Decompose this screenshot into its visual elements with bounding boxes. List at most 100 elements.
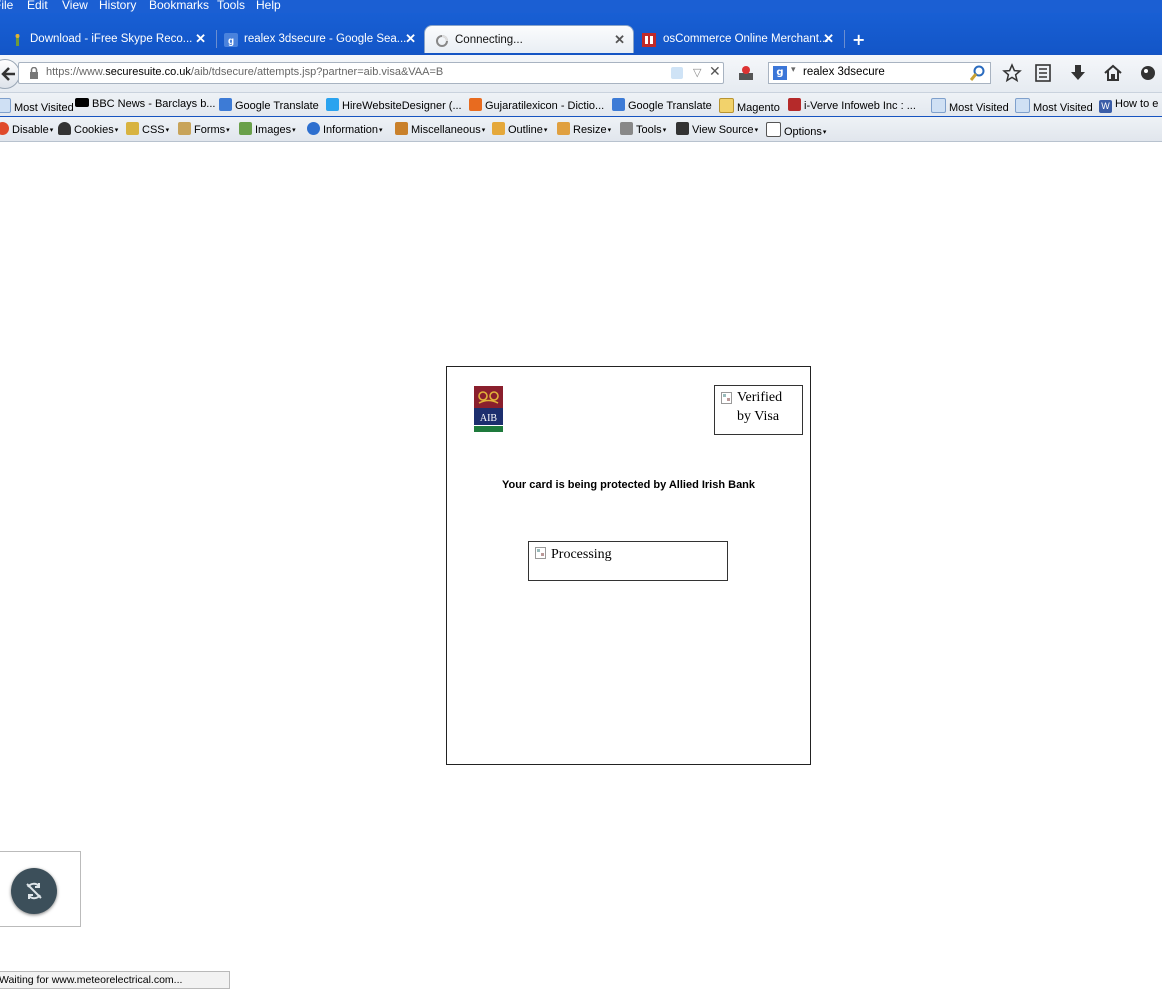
most-visited-icon: [1015, 98, 1030, 113]
information-icon: [307, 122, 320, 135]
dev-menu-forms[interactable]: Forms▾: [178, 122, 230, 136]
stop-icon[interactable]: ✕: [709, 64, 721, 80]
verified-by-visa-image: Verified by Visa: [714, 385, 803, 435]
lock-icon: [30, 67, 38, 79]
dev-menu-information[interactable]: Information▾: [307, 122, 383, 136]
bookmark-item[interactable]: HireWebsiteDesigner (...: [326, 98, 462, 112]
bookmarks-toolbar: Most Visited BBC News - Barclays b... Go…: [0, 93, 1162, 116]
menu-edit[interactable]: Edit: [27, 0, 48, 12]
address-bar[interactable]: https://www.securesuite.co.uk/aib/tdsecu…: [18, 62, 724, 84]
view-source-icon: [676, 122, 689, 135]
most-visited-icon: [0, 98, 11, 113]
menu-tools[interactable]: Tools: [217, 0, 245, 12]
navigation-bar: https://www.securesuite.co.uk/aib/tdsecu…: [0, 55, 1162, 93]
tab-connecting[interactable]: Connecting... ✕: [424, 25, 634, 53]
web-developer-toolbar: Disable▾ Cookies▾ CSS▾ Forms▾ Images▾ In…: [0, 117, 1162, 142]
processing-alt-text: Processing: [551, 547, 612, 562]
bookmark-item[interactable]: i-Verve Infoweb Inc : ...: [788, 98, 916, 112]
aib-logo: AIB: [474, 386, 503, 432]
close-tab-icon[interactable]: ✕: [614, 32, 625, 48]
tab-label: osCommerce Online Merchant...: [663, 33, 829, 45]
menu-history[interactable]: History: [99, 0, 136, 12]
dev-menu-outline[interactable]: Outline▾: [492, 122, 547, 136]
search-engine-icon[interactable]: g: [773, 66, 787, 80]
bbc-icon: [75, 98, 89, 107]
tab-oscommerce[interactable]: osCommerce Online Merchant... ✕: [636, 25, 842, 53]
extension-icon[interactable]: [1138, 63, 1158, 83]
new-tab-button[interactable]: +: [852, 30, 865, 49]
protection-message: Your card is being protected by Allied I…: [501, 479, 756, 491]
dev-menu-disable[interactable]: Disable▾: [0, 122, 53, 136]
aib-logo-text: AIB: [480, 413, 498, 424]
bookmark-item[interactable]: Most Visited: [931, 98, 1009, 114]
vbv-alt-text: by Visa: [737, 409, 780, 424]
dev-menu-resize[interactable]: Resize▾: [557, 122, 611, 136]
processing-image: Processing: [528, 541, 728, 581]
menu-file[interactable]: File: [0, 0, 13, 12]
dev-menu-miscellaneous[interactable]: Miscellaneous▾: [395, 122, 485, 136]
home-icon[interactable]: [1103, 63, 1123, 83]
chevron-down-icon[interactable]: ▾: [791, 65, 796, 75]
url-text[interactable]: https://www.securesuite.co.uk/aib/tdsecu…: [46, 66, 443, 78]
bookmark-item[interactable]: Google Translate: [612, 98, 712, 112]
dev-menu-css[interactable]: CSS▾: [126, 122, 169, 136]
3dsecure-frame: AIB Verified by Visa Your card is being …: [446, 366, 811, 765]
tab-strip: Download - iFree Skype Reco... ✕ g reale…: [0, 24, 1162, 54]
dev-menu-tools[interactable]: Tools▾: [620, 122, 666, 136]
tab-label: Download - iFree Skype Reco...: [30, 33, 193, 45]
search-bar[interactable]: g ▾ realex 3dsecure: [768, 62, 991, 84]
status-text: Waiting for www.meteorelectrical.com...: [0, 974, 183, 986]
tab-google-search[interactable]: g realex 3dsecure - Google Sea... ✕: [218, 25, 424, 53]
menu-help[interactable]: Help: [256, 0, 281, 12]
dev-menu-cookies[interactable]: Cookies▾: [58, 122, 118, 136]
google-favicon-icon: g: [224, 33, 238, 47]
download-favicon-icon: [15, 34, 20, 46]
addon-icon[interactable]: [736, 63, 756, 83]
dev-menu-view-source[interactable]: View Source▾: [676, 122, 758, 136]
feed-icon[interactable]: [671, 67, 683, 79]
bookmark-item[interactable]: Google Translate: [219, 98, 319, 112]
bookmark-item[interactable]: Most Visited: [1015, 98, 1093, 114]
status-bar: Waiting for www.meteorelectrical.com...: [0, 971, 230, 989]
close-tab-icon[interactable]: ✕: [405, 31, 416, 47]
tab-divider: [844, 30, 845, 48]
dev-menu-options[interactable]: Options▾: [766, 122, 826, 138]
google-translate-icon: [219, 98, 232, 111]
back-button[interactable]: [0, 59, 20, 89]
sync-toggle-button[interactable]: [11, 868, 57, 914]
close-tab-icon[interactable]: ✕: [823, 31, 834, 47]
gujaratilexicon-icon: [469, 98, 482, 111]
downloads-icon[interactable]: [1068, 63, 1088, 83]
oscommerce-favicon-icon: [642, 33, 656, 47]
tab-label: Connecting...: [455, 34, 523, 46]
sync-off-icon: [26, 882, 42, 900]
search-input[interactable]: realex 3dsecure: [803, 66, 885, 78]
bookmark-item[interactable]: W How to e: [1099, 98, 1158, 113]
options-icon: [766, 122, 781, 137]
bookmarks-menu-icon[interactable]: [1033, 63, 1053, 83]
bookmark-item[interactable]: BBC News - Barclays b...: [75, 98, 215, 110]
svg-text:g: g: [228, 36, 234, 47]
menu-bookmarks[interactable]: Bookmarks: [149, 0, 209, 12]
menu-view[interactable]: View: [62, 0, 88, 12]
dev-menu-images[interactable]: Images▾: [239, 122, 296, 136]
tab-ifree-skype[interactable]: Download - iFree Skype Reco... ✕: [0, 25, 214, 53]
resize-icon: [557, 122, 570, 135]
google-translate-icon: [612, 98, 625, 111]
bookmark-folder[interactable]: Magento: [719, 98, 780, 114]
forms-icon: [178, 122, 191, 135]
floating-widget: [0, 851, 81, 927]
search-icon[interactable]: [970, 65, 986, 81]
bookmark-item[interactable]: Gujaratilexicon - Dictio...: [469, 98, 604, 112]
browser-chrome: File Edit View History Bookmarks Tools H…: [0, 0, 1162, 142]
bookmark-star-icon[interactable]: [1002, 63, 1022, 83]
most-visited-icon: [931, 98, 946, 113]
disable-icon: [0, 122, 9, 135]
i-verve-icon: [788, 98, 801, 111]
tab-label: realex 3dsecure - Google Sea...: [244, 33, 407, 45]
miscellaneous-icon: [395, 122, 408, 135]
close-tab-icon[interactable]: ✕: [195, 31, 206, 47]
bookmark-item[interactable]: Most Visited: [0, 98, 74, 114]
history-dropdown-icon[interactable]: ▽: [693, 66, 701, 79]
tools-icon: [620, 122, 633, 135]
